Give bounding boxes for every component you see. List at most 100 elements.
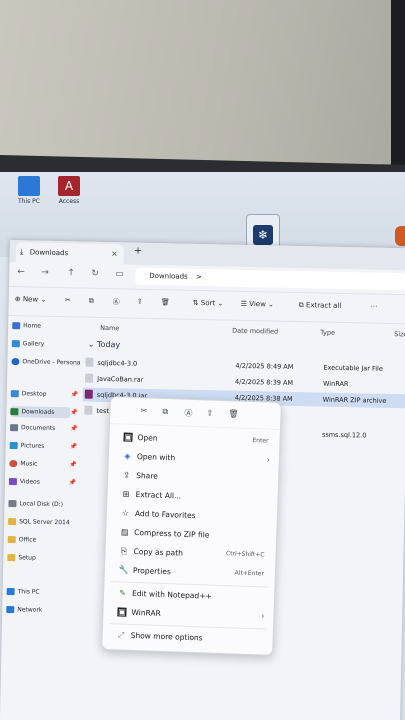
file-type: WinRAR bbox=[322, 379, 349, 389]
close-tab-button[interactable]: × bbox=[111, 244, 118, 264]
menu-label: WinRAR bbox=[131, 607, 161, 618]
column-name[interactable]: Name bbox=[100, 324, 119, 332]
downloads-icon bbox=[10, 408, 19, 416]
file-icon bbox=[84, 405, 93, 415]
drive-icon bbox=[8, 500, 17, 508]
tab-title: Downloads bbox=[29, 248, 69, 258]
column-type[interactable]: Type bbox=[320, 329, 335, 337]
new-label: New bbox=[22, 295, 39, 304]
share-icon[interactable]: ⇪ bbox=[206, 408, 213, 417]
sidebar-item-pictures[interactable]: Pictures 📌 bbox=[9, 442, 77, 450]
menu-label: Edit with Notepad++ bbox=[131, 588, 212, 601]
sidebar-item-home[interactable]: Home bbox=[12, 322, 41, 330]
menu-label: Open bbox=[137, 432, 158, 443]
chevron-right-icon: › bbox=[266, 455, 271, 465]
sidebar-item-label: Pictures bbox=[20, 442, 45, 450]
sidebar-item-local-disk[interactable]: Local Disk (D:) bbox=[8, 500, 63, 508]
desktop-icon-this-pc[interactable]: This PC bbox=[18, 176, 40, 205]
menu-item-share[interactable]: ⇪ Share bbox=[118, 467, 273, 488]
sidebar-item-music[interactable]: Music 📌 bbox=[9, 460, 77, 468]
address-path[interactable]: Downloads > bbox=[135, 267, 405, 291]
sidebar-item-label: Downloads bbox=[21, 408, 55, 416]
group-header-today[interactable]: ⌄ Today bbox=[88, 340, 121, 350]
view-label: View bbox=[249, 300, 266, 309]
copy-icon[interactable]: ⧉ bbox=[162, 407, 168, 417]
server-logo-icon: ❄ bbox=[253, 225, 273, 245]
copy-button[interactable]: ⧉ bbox=[89, 297, 94, 306]
rename-button[interactable]: Ⓐ bbox=[113, 297, 120, 307]
view-button[interactable]: ☰ View ⌄ bbox=[241, 300, 274, 309]
menu-item-open-with[interactable]: ◈ Open with › bbox=[119, 448, 274, 469]
menu-item-properties[interactable]: 🔧 Properties Alt+Enter bbox=[115, 562, 270, 583]
up-button[interactable]: ↑ bbox=[67, 268, 75, 278]
home-icon bbox=[12, 322, 21, 330]
menu-shortcut: Enter bbox=[252, 436, 269, 445]
tab-downloads[interactable]: ⤓ Downloads × bbox=[15, 242, 124, 265]
notepad-icon: ✎ bbox=[119, 588, 127, 598]
gallery-icon bbox=[11, 340, 20, 348]
sidebar-item-label: OneDrive - Persona bbox=[22, 358, 81, 367]
sidebar-item-desktop[interactable]: Desktop 📌 bbox=[10, 390, 78, 398]
file-type: WinRAR ZIP archive bbox=[322, 395, 387, 405]
refresh-button[interactable]: ↻ bbox=[91, 269, 99, 279]
share-button[interactable]: ⇪ bbox=[137, 298, 143, 306]
cut-icon[interactable]: ✂ bbox=[140, 406, 147, 415]
menu-label: Compress to ZIP file bbox=[134, 527, 210, 540]
sidebar-item-label: Home bbox=[23, 322, 41, 330]
column-size[interactable]: Size bbox=[394, 330, 405, 338]
sidebar-item-videos[interactable]: Videos 📌 bbox=[8, 478, 76, 486]
menu-item-open[interactable]: ▣ Open Enter bbox=[119, 429, 274, 450]
desktop-icon-label: This PC bbox=[18, 198, 40, 205]
menu-item-extract-all[interactable]: ⊞ Extract All... bbox=[117, 486, 272, 507]
file-type: ssms.sql.12.0 bbox=[321, 430, 367, 440]
back-button[interactable]: ← bbox=[17, 267, 25, 277]
file-icon bbox=[85, 373, 94, 383]
forward-button[interactable]: → bbox=[41, 268, 49, 278]
share-icon: ⇪ bbox=[123, 470, 131, 480]
cut-button[interactable]: ✂ bbox=[65, 296, 71, 304]
pictures-icon bbox=[9, 442, 18, 450]
sidebar-item-onedrive[interactable]: OneDrive - Persona bbox=[11, 358, 81, 367]
computer-icon bbox=[18, 176, 40, 196]
rename-icon[interactable]: Ⓐ bbox=[184, 408, 192, 419]
menu-item-add-to-favorites[interactable]: ☆ Add to Favorites bbox=[117, 505, 272, 526]
menu-item-show-more-options[interactable]: ⤢ Show more options bbox=[112, 627, 267, 648]
documents-icon bbox=[9, 424, 19, 432]
desktop-orange-icon bbox=[395, 226, 405, 246]
sidebar-item-downloads[interactable]: Downloads 📌 bbox=[10, 406, 78, 419]
menu-item-edit-notepad[interactable]: ✎ Edit with Notepad++ bbox=[114, 585, 269, 606]
desktop-icon-access[interactable]: A Access bbox=[58, 176, 80, 205]
sidebar-item-network[interactable]: Network bbox=[6, 606, 42, 614]
sidebar-item-label: Office bbox=[18, 536, 37, 544]
column-date-modified[interactable]: Date modified bbox=[232, 327, 278, 336]
menu-item-copy-as-path[interactable]: ⎘ Copy as path Ctrl+Shift+C bbox=[115, 543, 270, 564]
sidebar-item-sql-server[interactable]: SQL Server 2014 bbox=[8, 518, 70, 526]
sidebar-item-documents[interactable]: Documents 📌 bbox=[9, 424, 78, 432]
delete-button[interactable]: 🗑 bbox=[161, 298, 170, 306]
videos-icon bbox=[8, 478, 18, 486]
menu-label: Share bbox=[136, 470, 159, 481]
path-separator[interactable]: > bbox=[196, 273, 202, 281]
more-options-button[interactable]: ··· bbox=[371, 303, 378, 311]
new-button[interactable]: ⊕ New ⌄ bbox=[15, 295, 47, 304]
star-icon: ☆ bbox=[121, 508, 130, 518]
extract-all-button[interactable]: ⧉ Extract all bbox=[299, 301, 342, 311]
sidebar-item-setup[interactable]: Setup bbox=[7, 554, 36, 562]
winrar-icon bbox=[84, 389, 93, 399]
open-with-icon: ◈ bbox=[124, 451, 131, 461]
path-downloads[interactable]: Downloads bbox=[149, 272, 188, 281]
sort-label: Sort bbox=[200, 299, 216, 308]
menu-item-winrar[interactable]: ▣ WinRAR › bbox=[113, 604, 268, 625]
sidebar-item-label: Network bbox=[17, 606, 43, 614]
sidebar-item-label: SQL Server 2014 bbox=[19, 518, 70, 527]
delete-icon[interactable]: 🗑 bbox=[228, 409, 238, 418]
sidebar-item-gallery[interactable]: Gallery bbox=[11, 340, 44, 348]
sidebar-item-office[interactable]: Office bbox=[7, 536, 37, 544]
sidebar-item-this-pc[interactable]: This PC bbox=[6, 588, 40, 596]
menu-item-compress-zip[interactable]: ▤ Compress to ZIP file bbox=[116, 524, 271, 545]
new-tab-button[interactable]: + bbox=[134, 246, 143, 257]
sidebar-item-label: Videos bbox=[19, 478, 40, 486]
file-name: sqljdbc4-3.0 bbox=[97, 358, 138, 368]
computer-icon bbox=[6, 588, 15, 596]
sort-button[interactable]: ⇅ Sort ⌄ bbox=[193, 299, 224, 308]
